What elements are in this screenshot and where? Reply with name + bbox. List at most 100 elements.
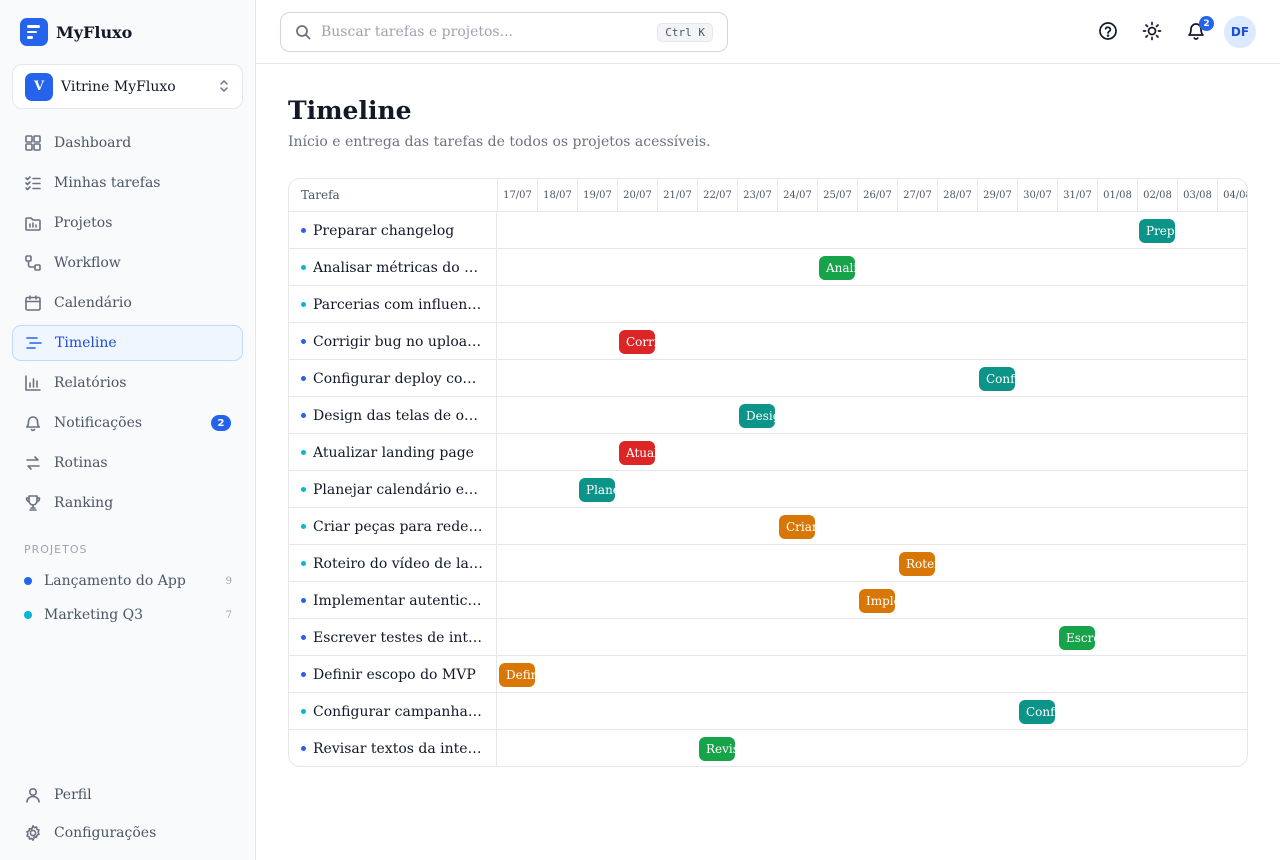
sidebar-item-calendario[interactable]: Calendário: [12, 285, 243, 321]
task-bar[interactable]: Confi: [979, 367, 1015, 391]
sidebar-item-rotinas[interactable]: Rotinas: [12, 445, 243, 481]
routines-icon: [26, 456, 40, 470]
sidebar-item-dashboard[interactable]: Dashboard: [12, 125, 243, 161]
sidebar-item-minhas-tarefas[interactable]: Minhas tarefas: [12, 165, 243, 201]
workspace-avatar: V: [25, 72, 53, 101]
task-bar[interactable]: Atuali: [619, 441, 655, 465]
task-name: Atualizar landing page: [313, 444, 474, 461]
task-name-cell[interactable]: Criar peças para redes sociais: [289, 508, 497, 545]
task-name: Preparar changelog: [313, 222, 455, 239]
theme-toggle-button[interactable]: [1141, 20, 1163, 42]
notifications-button[interactable]: 2: [1185, 16, 1214, 42]
date-column-header: 17/07: [497, 179, 537, 212]
workspace-switcher[interactable]: V Vitrine MyFluxo: [12, 64, 243, 109]
calendar-icon: [25, 295, 41, 311]
timeline-row: Revisar textos da interface Revis: [289, 730, 1247, 766]
task-bar[interactable]: Anali: [819, 256, 855, 280]
user-icon: [26, 787, 40, 803]
timeline-row: Criar peças para redes sociais Criar: [289, 508, 1247, 545]
brand-name: MyFluxo: [56, 22, 133, 42]
task-bar[interactable]: Criar: [779, 515, 815, 539]
project-color-dot: [301, 561, 306, 566]
timeline-icon: [26, 337, 42, 349]
timeline-header: Tarefa 17/07 18/07 19/07 20/07 21/07 22/07 23/…: [289, 179, 1247, 212]
project-item[interactable]: Lançamento do App 9: [24, 570, 232, 592]
task-bar[interactable]: Confi: [1019, 700, 1055, 724]
date-column-header: 24/07: [777, 179, 817, 212]
task-name-cell[interactable]: Analisar métricas do último trimestre: [289, 249, 497, 286]
timeline-row: Atualizar landing page Atuali: [289, 434, 1247, 471]
project-task-count: 7: [225, 609, 232, 621]
task-bar[interactable]: Imple: [859, 589, 895, 613]
timeline-row: Preparar changelog Prepa: [289, 212, 1247, 249]
task-bar[interactable]: Escre: [1059, 626, 1095, 650]
task-name-cell[interactable]: Design das telas de onboarding: [289, 397, 497, 434]
user-avatar[interactable]: DF: [1224, 16, 1256, 48]
task-bar[interactable]: Prepa: [1139, 219, 1175, 243]
sidebar-item-timeline[interactable]: Timeline: [12, 325, 243, 361]
project-color-dot: [301, 635, 306, 640]
projects-section-title: PROJETOS: [24, 543, 88, 556]
sidebar-item-projetos[interactable]: Projetos: [12, 205, 243, 241]
timeline-row: Configurar deploy contínuo Confi: [289, 360, 1247, 397]
task-name-cell[interactable]: Roteiro do vídeo de lançamento: [289, 545, 497, 582]
date-column-header: 27/07: [897, 179, 937, 212]
task-name-cell[interactable]: Atualizar landing page: [289, 434, 497, 471]
task-name: Roteiro do vídeo de lançamento: [313, 555, 485, 572]
help-button[interactable]: [1097, 20, 1119, 42]
task-name-cell[interactable]: Revisar textos da interface: [289, 730, 497, 766]
page-subtitle: Início e entrega das tarefas de todos os…: [288, 134, 711, 150]
task-bar[interactable]: Desig: [739, 404, 775, 428]
project-color-dot: [301, 228, 306, 233]
sidebar-item-perfil[interactable]: Perfil: [12, 779, 243, 811]
project-color-dot: [301, 450, 306, 455]
project-color-dot: [24, 577, 32, 585]
task-name-cell[interactable]: Definir escopo do MVP: [289, 656, 497, 693]
date-column-header: 30/07: [1017, 179, 1057, 212]
project-name: Lançamento do App: [44, 573, 186, 589]
task-bar[interactable]: Defin: [499, 663, 535, 687]
project-item[interactable]: Marketing Q3 7: [24, 604, 232, 626]
task-name-cell[interactable]: Corrigir bug no upload de arquivos: [289, 323, 497, 360]
task-name-cell[interactable]: Planejar calendário editorial: [289, 471, 497, 508]
task-name-cell[interactable]: Preparar changelog: [289, 212, 497, 249]
sidebar-item-ranking[interactable]: Ranking: [12, 485, 243, 521]
sidebar-item-label: Calendário: [54, 295, 132, 311]
date-column-header: 03/08: [1177, 179, 1217, 212]
task-name: Corrigir bug no upload de arquivos: [313, 333, 485, 350]
date-column-header: 02/08: [1137, 179, 1177, 212]
sidebar-item-configuracoes[interactable]: Configurações: [12, 817, 243, 849]
task-name: Criar peças para redes sociais: [313, 518, 485, 535]
sidebar-item-relatorios[interactable]: Relatórios: [12, 365, 243, 401]
sidebar-item-notificacoes[interactable]: Notificações 2: [12, 405, 243, 441]
trophy-icon: [25, 495, 41, 511]
task-name: Escrever testes de integração: [313, 629, 485, 646]
task-name: Implementar autenticação: [313, 592, 485, 609]
sidebar: MyFluxo V Vitrine MyFluxo Dashboard Minha…: [0, 0, 256, 860]
task-name-cell[interactable]: Configurar campanha de e-mail: [289, 693, 497, 730]
task-name-cell[interactable]: Implementar autenticação: [289, 582, 497, 619]
task-bar[interactable]: Revis: [699, 737, 735, 761]
timeline-row: Design das telas de onboarding Desig: [289, 397, 1247, 434]
task-name: Revisar textos da interface: [313, 740, 485, 757]
project-color-dot: [301, 672, 306, 677]
workspace-name: Vitrine MyFluxo: [61, 78, 176, 95]
task-name: Definir escopo do MVP: [313, 666, 476, 683]
task-name: Configurar deploy contínuo: [313, 370, 485, 387]
search-icon: [296, 25, 311, 40]
search-placeholder: Buscar tarefas e projetos...: [321, 24, 513, 40]
date-column-header: 20/07: [617, 179, 657, 212]
task-name-cell[interactable]: Escrever testes de integração: [289, 619, 497, 656]
task-name-cell[interactable]: Parcerias com influenciadores: [289, 286, 497, 323]
task-name-cell[interactable]: Configurar deploy contínuo: [289, 360, 497, 397]
brand[interactable]: MyFluxo: [20, 18, 132, 46]
task-bar[interactable]: Corrig: [619, 330, 655, 354]
sidebar-item-label: Timeline: [55, 335, 117, 351]
sun-icon: [1142, 21, 1162, 41]
sidebar-item-workflow[interactable]: Workflow: [12, 245, 243, 281]
timeline-row: Parcerias com influenciadores: [289, 286, 1247, 323]
topbar: Buscar tarefas e projetos... Ctrl K 2 DF: [256, 0, 1280, 64]
search-input[interactable]: Buscar tarefas e projetos... Ctrl K: [280, 12, 728, 52]
task-bar[interactable]: Roteir: [899, 552, 935, 576]
task-bar[interactable]: Plane: [579, 478, 615, 502]
